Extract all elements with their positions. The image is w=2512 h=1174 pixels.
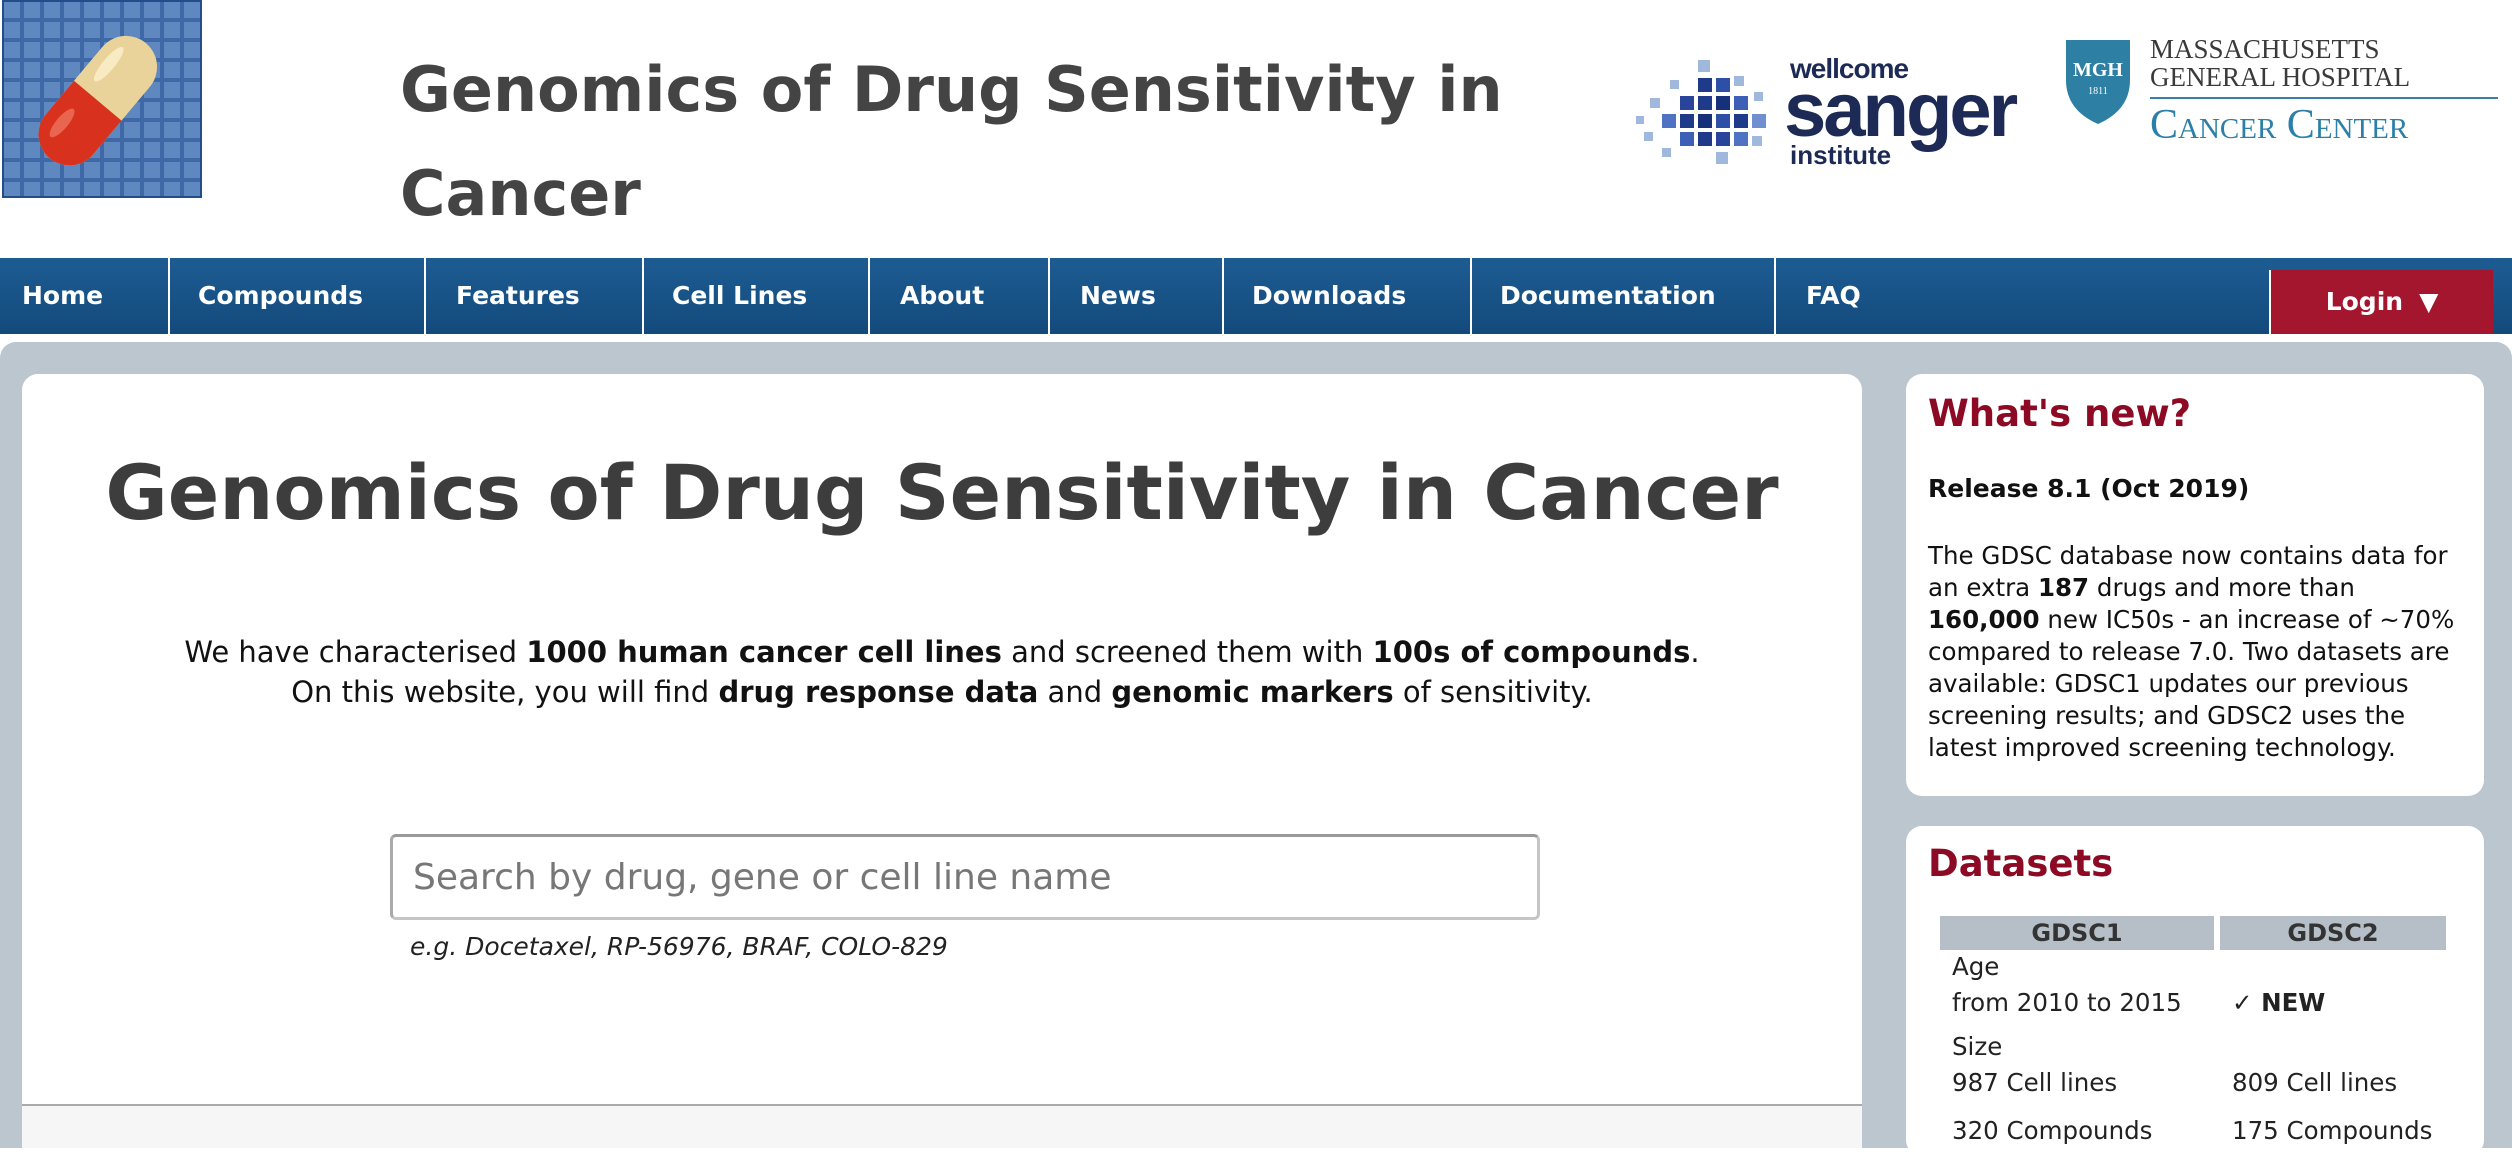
- column-header-gdsc2[interactable]: GDSC2: [2220, 916, 2446, 950]
- whats-new-card: What's new? Release 8.1 (Oct 2019) The G…: [1906, 374, 2484, 796]
- nav-documentation[interactable]: Documentation: [1472, 258, 1776, 334]
- main-panel-lower-section: [22, 1106, 1862, 1148]
- mgh-line2: GENERAL HOSPITAL: [2150, 62, 2410, 92]
- gdsc1-age: from 2010 to 2015: [1952, 988, 2182, 1017]
- datasets-card: Datasets GDSC1 GDSC2 Age from 2010 to 20…: [1906, 826, 2484, 1156]
- site-header: Genomics of Drug Sensitivity in Cancer w…: [0, 0, 2512, 258]
- dropdown-arrow-icon: ▼: [2419, 287, 2439, 316]
- gdsc2-compounds: 175 Compounds: [2232, 1116, 2433, 1145]
- page-title: Genomics of Drug Sensitivity in Cancer: [105, 448, 1779, 537]
- nav-compounds[interactable]: Compounds: [170, 258, 426, 334]
- nav-faq[interactable]: FAQ: [1776, 258, 1916, 334]
- login-button[interactable]: Login ▼: [2269, 270, 2493, 334]
- datasets-heading: Datasets: [1928, 842, 2114, 885]
- nav-cell-lines[interactable]: Cell Lines: [644, 258, 870, 334]
- mgh-cancer-center-logo[interactable]: MGH 1811 MASSACHUSETTS GENERAL HOSPITAL …: [2062, 36, 2502, 166]
- sanger-institute-text: institute: [1790, 140, 1891, 170]
- sanger-institute-logo[interactable]: wellcome sanger institute: [1630, 36, 2040, 178]
- search-example-text: e.g. Docetaxel, RP-56976, BRAF, COLO-829: [410, 932, 948, 961]
- nav-downloads[interactable]: Downloads: [1224, 258, 1472, 334]
- release-title: Release 8.1 (Oct 2019): [1928, 474, 2250, 503]
- site-title: Genomics of Drug Sensitivity in Cancer: [400, 53, 1503, 230]
- nav-home[interactable]: Home: [0, 258, 170, 334]
- mgh-badge-year: 1811: [2088, 86, 2108, 97]
- column-header-gdsc1[interactable]: GDSC1: [1940, 916, 2214, 950]
- nav-news[interactable]: News: [1050, 258, 1224, 334]
- gdsc2-age: ✓ NEW: [2232, 988, 2326, 1017]
- login-label: Login: [2325, 287, 2404, 316]
- mgh-line1: MASSACHUSETTS: [2150, 36, 2380, 64]
- gdsc1-cell-lines: 987 Cell lines: [1952, 1068, 2118, 1097]
- size-label: Size: [1952, 1032, 2003, 1061]
- gdsc2-cell-lines: 809 Cell lines: [2232, 1068, 2398, 1097]
- intro-text: We have characterised 1000 human cancer …: [0, 632, 1884, 712]
- intro-line-2: On this website, you will find drug resp…: [291, 675, 1593, 709]
- check-icon: ✓: [2232, 988, 2253, 1017]
- news-body: The GDSC database now contains data for …: [1928, 541, 2455, 762]
- gdsc-pill-logo[interactable]: [2, 0, 202, 198]
- gdsc1-compounds: 320 Compounds: [1952, 1116, 2153, 1145]
- main-navigation: Home Compounds Features Cell Lines About…: [0, 258, 2512, 334]
- nav-features[interactable]: Features: [426, 258, 644, 334]
- nav-about[interactable]: About: [870, 258, 1050, 334]
- mgh-line3: Cancer Center: [2150, 102, 2409, 148]
- mgh-badge-text: MGH: [2073, 59, 2123, 81]
- whats-new-heading: What's new?: [1928, 392, 2192, 435]
- intro-line-1: We have characterised 1000 human cancer …: [184, 635, 1700, 669]
- age-label: Age: [1952, 952, 2000, 981]
- search-input[interactable]: [390, 834, 1540, 920]
